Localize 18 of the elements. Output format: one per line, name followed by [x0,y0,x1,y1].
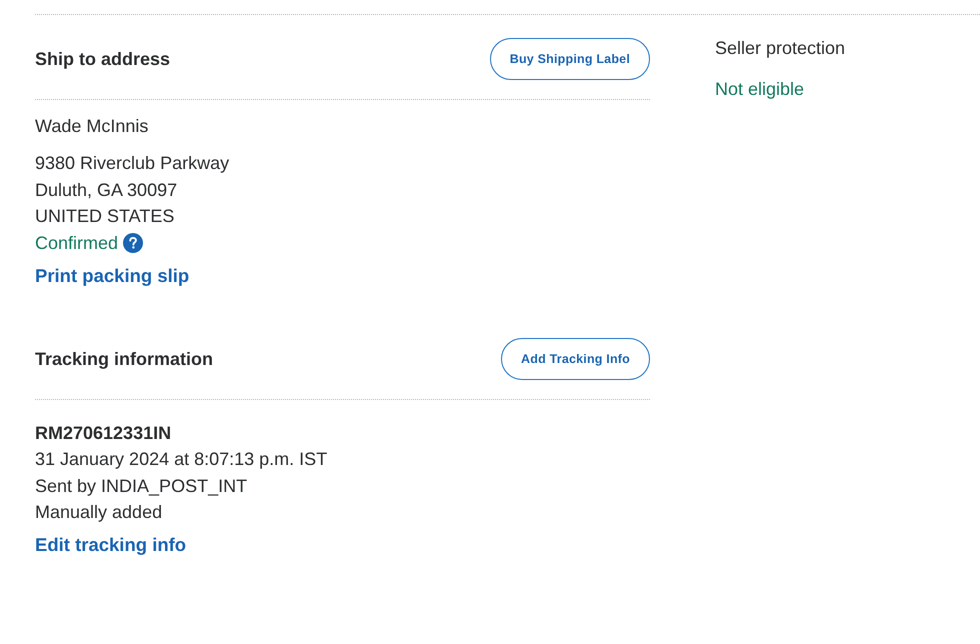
tracking-detail: Sent by INDIA_POST_INT [35,474,248,498]
edit-tracking-info-link[interactable]: Edit tracking info [35,532,186,556]
seller-protection-status: Not eligible [715,78,806,101]
recipient-name: Wade McInnis [35,115,150,138]
address-line: 9380 Riverclub Parkway [35,152,230,175]
help-icon[interactable] [123,233,144,253]
add-tracking-info-button[interactable]: Add Tracking Info [501,338,650,380]
tracking-detail: Manually added [35,501,164,524]
buy-shipping-label-button[interactable]: Buy Shipping Label [490,38,650,80]
print-packing-slip-link[interactable]: Print packing slip [35,264,190,288]
section-heading: Ship to address [35,48,170,71]
address-status: Confirmed [35,232,118,254]
address-line: UNITED STATES [35,205,176,228]
section-heading: Tracking information [35,348,214,370]
tracking-detail: 31 January 2024 at 8:07:13 p.m. IST [35,448,328,471]
seller-protection-label: Seller protection [715,37,846,60]
tracking-number: RM270612331IN [35,422,172,444]
address-line: Duluth, GA 30097 [35,178,178,202]
